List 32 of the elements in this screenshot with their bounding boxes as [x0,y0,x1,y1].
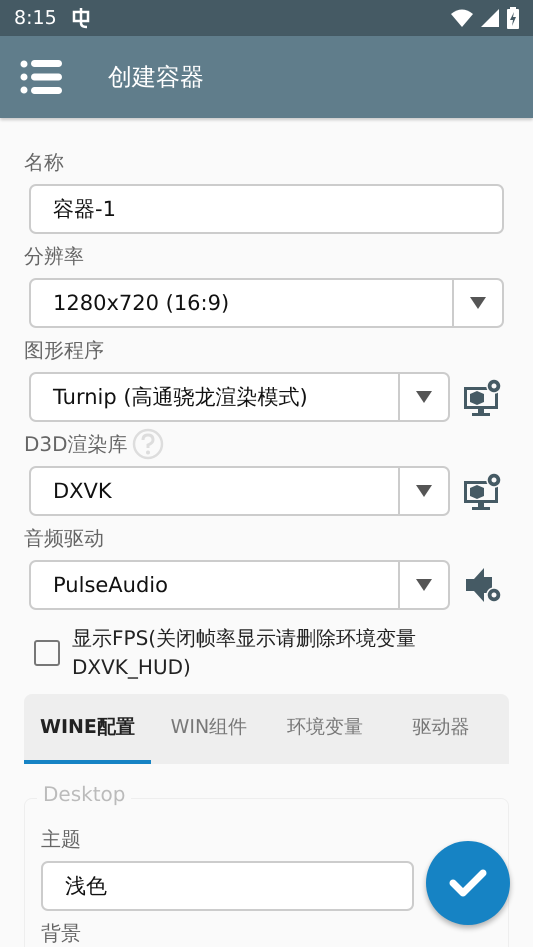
field-label: D3D渲染库 [24,431,128,458]
signal-icon [481,9,499,27]
status-time: 8:15 [14,7,57,29]
field-label: 音频驱动 [24,525,104,552]
dropdown-field[interactable]: 1280x720 (16:9) [29,278,504,328]
dropdown-arrow-icon [416,391,432,403]
dropdown-arrow-icon [416,579,432,591]
notification-icon [70,7,91,29]
confirm-button[interactable] [426,841,510,925]
wifi-icon [451,9,473,27]
tab[interactable]: WINE配置 [24,694,151,764]
text-field[interactable]: 容器-1 [29,184,504,234]
field-label: 背景 [41,920,81,947]
checkbox[interactable] [34,640,60,666]
tab[interactable]: 环境变量 [266,694,383,764]
tab[interactable]: WIN组件 [150,694,267,764]
field-label: 分辨率 [24,243,84,270]
check-icon [449,868,487,898]
tab[interactable]: 驱动器 [382,694,499,764]
field-label: 名称 [24,149,64,176]
menu-icon[interactable] [20,60,62,94]
text-field[interactable]: 浅色 [41,861,414,911]
dropdown-field[interactable]: DXVK [29,466,450,516]
dropdown-arrow-icon [416,485,432,497]
checkbox-label: 显示FPS(关闭帧率显示请删除环境变量DXVK_HUD) [72,625,418,681]
dropdown-field[interactable]: Turnip (高通骁龙渲染模式) [29,372,450,422]
app-bar-title: 创建容器 [108,62,204,93]
dropdown-field[interactable]: PulseAudio [29,560,450,610]
field-label: 图形程序 [24,337,104,364]
battery-icon [507,7,519,29]
field-label: 主题 [41,826,81,853]
dropdown-arrow-icon [470,297,486,309]
